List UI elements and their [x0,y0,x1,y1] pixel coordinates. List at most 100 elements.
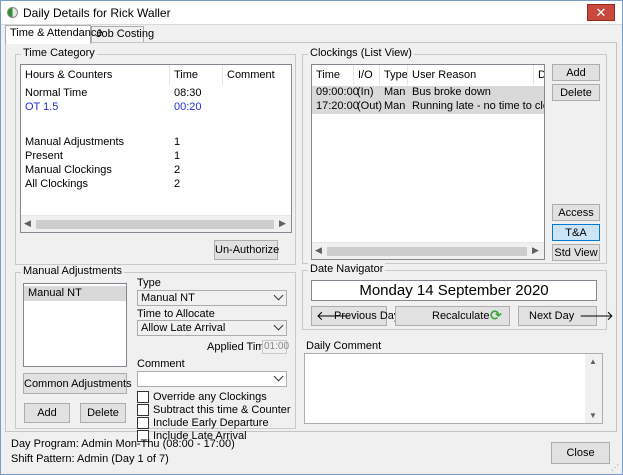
column-io[interactable]: I/O [354,65,380,85]
type-select[interactable]: Manual NT [137,290,287,306]
applied-time-field[interactable]: 01:00 [262,340,290,354]
clockings-title: Clockings (List View) [308,47,414,59]
scroll-right-icon[interactable]: ▶ [532,245,539,256]
app-icon [7,7,18,18]
checkbox-box[interactable] [137,404,149,416]
add-clocking-button[interactable]: Add [552,64,600,81]
table-row[interactable]: All Clockings 2 [21,178,291,192]
column-comment[interactable]: Comment [223,65,291,85]
un-authorize-button[interactable]: Un-Authorize [214,240,279,260]
time-to-allocate-select[interactable]: Allow Late Arrival [137,320,287,336]
row-name: Manual Adjustments [25,136,125,148]
comment-label: Comment [137,358,185,370]
clockings-list[interactable]: Time I/O Type User Reason D 09:00:00 (In… [311,64,545,260]
table-row[interactable]: 09:00:00 (In) Man Bus broke down [312,86,544,100]
row-name: Normal Time [25,87,88,99]
ta-view-button[interactable]: T&A [552,224,600,241]
column-user-reason[interactable]: User Reason [408,65,534,85]
scroll-right-icon[interactable]: ▶ [279,218,286,229]
time-category-header: Hours & Counters Time Comment [21,65,291,85]
time-category-group: Time Category Hours & Counters Time Comm… [15,47,296,265]
row-type: Man [384,86,406,98]
previous-day-label: Previous Day [334,310,400,322]
column-time[interactable]: Time [170,65,223,85]
checkbox-label: Override any Clockings [153,391,267,403]
table-row[interactable]: OT 1.5 00:20 [21,101,291,115]
row-time: 2 [174,164,181,176]
scroll-thumb[interactable] [327,247,527,256]
close-button[interactable]: Close [551,442,610,464]
scroll-thumb[interactable] [36,220,274,229]
delete-clocking-button[interactable]: Delete [552,84,600,101]
scroll-down-icon[interactable]: ▼ [589,411,597,420]
scroll-up-icon[interactable]: ▲ [589,357,597,366]
type-select-value: Manual NT [141,292,195,304]
column-d[interactable]: D [534,65,544,85]
add-adjustment-button[interactable]: Add [24,403,70,423]
next-day-label: Next Day [529,310,575,322]
table-row[interactable]: Present 1 [21,150,291,164]
column-type[interactable]: Type [380,65,408,85]
window-close-button[interactable]: ✕ [587,4,615,21]
row-io: (Out) [357,100,383,112]
resize-grip-icon[interactable]: ⋰ [611,463,619,472]
delete-adjustment-button[interactable]: Delete [80,403,126,423]
time-category-list[interactable]: Hours & Counters Time Comment Normal Tim… [20,64,292,233]
row-type: Man [384,100,406,112]
clockings-group: Clockings (List View) Time I/O Type User… [302,47,607,264]
day-program-text: Day Program: Admin Mon-Thu (08:00 - 17:0… [11,438,235,450]
std-view-button[interactable]: Std View [552,244,600,261]
column-time[interactable]: Time [312,65,354,85]
current-date-display: Monday 14 September 2020 [311,280,597,301]
time-attendance-panel: Time Category Hours & Counters Time Comm… [5,42,617,442]
arrow-right-icon: 🡒 [579,308,614,323]
chevron-down-icon [273,320,284,331]
shift-pattern-text: Shift Pattern: Admin (Day 1 of 7) [11,453,169,465]
checkbox-box[interactable] [137,417,149,429]
list-item-label: Manual NT [28,287,82,299]
date-navigator-title: Date Navigator [308,263,386,275]
row-time: 09:00:00 [316,86,359,98]
next-day-button[interactable]: Next Day 🡒 [518,306,614,326]
checkbox-box[interactable] [137,391,149,403]
list-item[interactable]: Manual NT [24,286,126,301]
row-reason: Running late - no time to clock [412,100,544,112]
row-time: 08:30 [174,87,202,99]
row-name: OT 1.5 [25,101,59,113]
row-time: 17:20:00 [316,100,359,112]
table-row[interactable]: Manual Adjustments 1 [21,136,291,150]
daily-comment-textarea[interactable]: ▲ ▼ [304,353,603,424]
table-row[interactable]: 17:20:00 (Out) Man Running late - no tim… [312,100,544,114]
applied-time-value: 01:00 [264,341,290,352]
tab-time-attendance[interactable]: Time & Attendance [5,25,103,44]
access-button[interactable]: Access [552,204,600,221]
column-hours-counters[interactable]: Hours & Counters [21,65,170,85]
daily-comment-group: Daily Comment ▲ ▼ [302,340,607,425]
row-name: Present [25,150,63,162]
manual-adjustments-list[interactable]: Manual NT [23,283,127,367]
clockings-header: Time I/O Type User Reason D [312,65,544,85]
daily-comment-title: Daily Comment [306,340,382,352]
clockings-hscrollbar[interactable]: ◀ ▶ [312,242,544,259]
table-row[interactable]: Manual Clockings 2 [21,164,291,178]
common-adjustments-button[interactable]: Common Adjustments [23,373,132,394]
row-name: Manual Clockings [25,164,112,176]
row-time: 2 [174,178,181,190]
comment-select[interactable] [137,371,287,387]
row-time: 1 [174,150,181,162]
daily-details-window: Daily Details for Rick Waller ✕ Time & A… [0,0,623,475]
time-category-title: Time Category [21,47,97,59]
recalculate-button[interactable]: Recalculate ⟳ [395,306,510,326]
scroll-left-icon[interactable]: ◀ [315,245,322,256]
manual-adjustments-group: Manual Adjustments Manual NT Type Manual… [15,265,296,442]
window-title: Daily Details for Rick Waller [23,6,171,20]
time-to-allocate-value: Allow Late Arrival [141,322,226,334]
row-io: (In) [357,86,374,98]
previous-day-button[interactable]: 🡐 Previous Day [311,306,399,326]
time-category-hscrollbar[interactable]: ◀ ▶ [21,215,291,232]
daily-comment-vscrollbar[interactable]: ▲ ▼ [585,354,602,423]
scroll-left-icon[interactable]: ◀ [24,218,31,229]
table-row[interactable]: Normal Time 08:30 [21,87,291,101]
recalculate-label: Recalculate [432,310,490,322]
checkbox-label: Subtract this time & Counter [153,404,291,416]
